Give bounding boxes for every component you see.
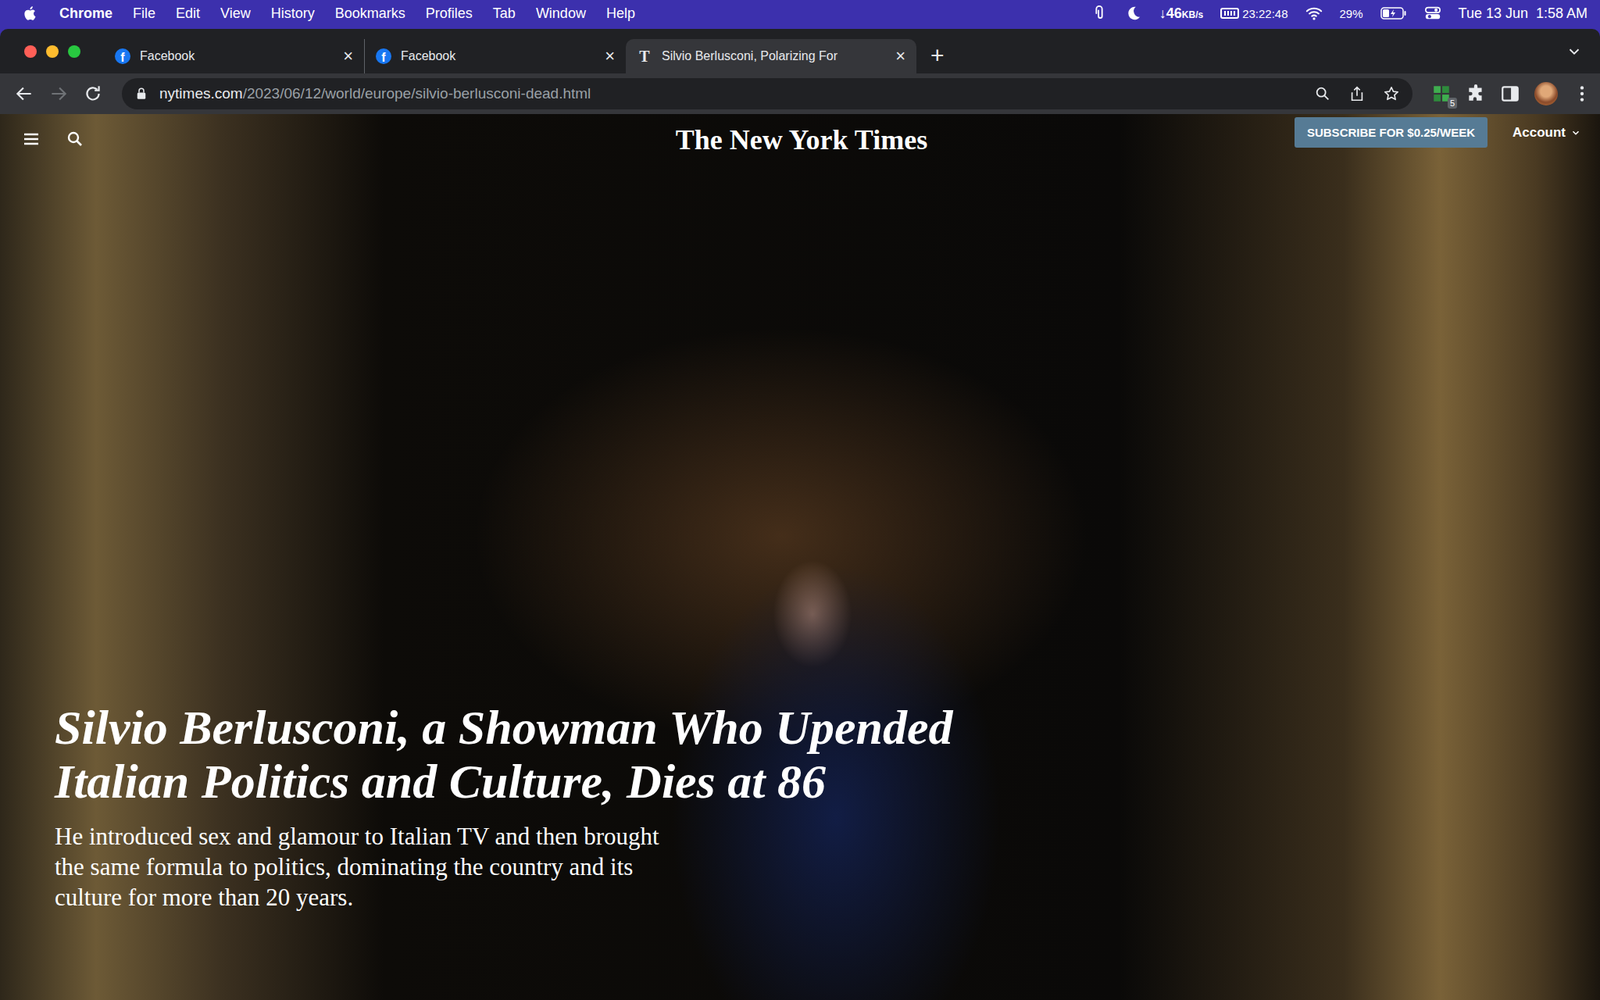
- menu-item[interactable]: History: [271, 5, 315, 22]
- close-window-button[interactable]: [24, 45, 37, 58]
- toolbar: nytimes.com/2023/06/12/world/europe/silv…: [0, 73, 1600, 115]
- zoom-window-button[interactable]: [67, 45, 81, 58]
- bookmark-star-icon[interactable]: [1382, 85, 1400, 103]
- favicon-icon: f: [375, 48, 392, 65]
- network-speed[interactable]: ↓46KB/s: [1159, 5, 1204, 22]
- puzzle-icon[interactable]: [1465, 83, 1486, 104]
- chevron-down-icon[interactable]: [1565, 42, 1583, 61]
- menu-item[interactable]: Tab: [492, 5, 516, 22]
- summary: He introduced sex and glamour to Italian…: [54, 821, 1600, 913]
- url-text: nytimes.com/2023/06/12/world/europe/silv…: [159, 85, 1297, 103]
- chevron-down-icon: [1570, 127, 1582, 139]
- menu-item[interactable]: File: [132, 5, 156, 22]
- battery-icon[interactable]: [1380, 7, 1408, 20]
- tab-close-button[interactable]: ×: [342, 47, 354, 65]
- subscribe-button[interactable]: SUBSCRIBE FOR $0.25/WEEK: [1294, 117, 1488, 148]
- tab[interactable]: f Facebook ×: [364, 39, 626, 74]
- moon-icon[interactable]: [1125, 4, 1143, 22]
- apple-icon[interactable]: [21, 4, 40, 22]
- tab-label: Facebook: [400, 49, 596, 64]
- headline: Silvio Berlusconi, a Showman Who Upended…: [54, 700, 1600, 809]
- lock-icon[interactable]: [134, 86, 149, 101]
- menu-item[interactable]: Edit: [175, 5, 200, 22]
- menu-item[interactable]: View: [220, 5, 251, 22]
- tab[interactable]: f Facebook ×: [103, 39, 365, 74]
- zoom-icon[interactable]: [1314, 85, 1332, 103]
- share-icon[interactable]: [1348, 85, 1366, 103]
- screen: Chrome File Edit View History Bookmarks Profi…: [0, 0, 1600, 1000]
- account-menu[interactable]: Account: [1512, 125, 1582, 141]
- favicon-icon: T: [636, 48, 653, 65]
- tab-close-button[interactable]: ×: [895, 47, 906, 65]
- tab-label: Silvio Berlusconi, Polarizing For: [661, 49, 886, 64]
- menu-bar: Chrome File Edit View History Bookmarks Profi…: [0, 0, 1600, 27]
- new-tab-button[interactable]: +: [930, 43, 945, 68]
- more-menu-icon[interactable]: [1571, 83, 1593, 104]
- battery-percent[interactable]: 29%: [1339, 7, 1364, 21]
- reload-icon[interactable]: [82, 83, 104, 104]
- forward-icon[interactable]: [48, 83, 69, 104]
- menu-item[interactable]: Window: [535, 5, 586, 22]
- browser-window: f Facebook ×f Facebook ×T Silvio Berlusc…: [0, 28, 1600, 1000]
- favicon-icon: f: [114, 48, 131, 65]
- side-panel-icon[interactable]: [1500, 83, 1521, 104]
- site-header: The New York Times SUBSCRIBE FOR $0.25/W…: [0, 114, 1600, 157]
- tab-close-button[interactable]: ×: [604, 47, 615, 65]
- app-menu[interactable]: Chrome: [59, 5, 113, 22]
- window-controls: [0, 45, 104, 58]
- tab[interactable]: T Silvio Berlusconi, Polarizing For ×: [625, 39, 917, 74]
- clock[interactable]: Tue 13 Jun 1:58 AM: [1458, 5, 1588, 22]
- menu-item[interactable]: Bookmarks: [335, 5, 406, 22]
- search-icon[interactable]: [65, 129, 85, 149]
- profile-avatar-icon[interactable]: [1534, 82, 1558, 106]
- menu-item[interactable]: Help: [606, 5, 636, 22]
- control-center-icon[interactable]: [1424, 4, 1442, 22]
- tab-strip: f Facebook ×f Facebook ×T Silvio Berlusc…: [0, 28, 1600, 74]
- extension-button[interactable]: 5: [1431, 83, 1452, 104]
- memory-icon: [1220, 7, 1240, 20]
- back-icon[interactable]: [14, 83, 35, 104]
- menu-item[interactable]: Profiles: [425, 5, 473, 22]
- address-bar[interactable]: nytimes.com/2023/06/12/world/europe/silv…: [121, 78, 1413, 110]
- nyt-logo[interactable]: The New York Times: [675, 117, 928, 157]
- extension-badge: 5: [1447, 97, 1458, 109]
- headline-block: Silvio Berlusconi, a Showman Who Upended…: [0, 700, 1600, 1000]
- timer[interactable]: 23:22:48: [1220, 7, 1288, 21]
- wifi-icon[interactable]: [1305, 4, 1323, 22]
- hamburger-menu-icon[interactable]: [21, 129, 41, 149]
- tab-label: Facebook: [139, 49, 334, 64]
- paperclip-icon[interactable]: [1090, 4, 1108, 22]
- minimize-window-button[interactable]: [46, 45, 59, 58]
- article-hero: The New York Times SUBSCRIBE FOR $0.25/W…: [0, 114, 1600, 1000]
